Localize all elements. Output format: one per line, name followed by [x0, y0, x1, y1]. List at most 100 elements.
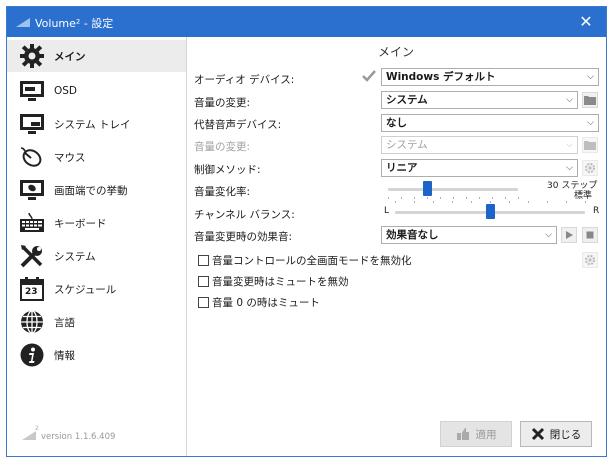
- chevron-down-icon: ⌵: [545, 230, 552, 240]
- sidebar-item-system-tray[interactable]: システム トレイ: [7, 108, 186, 140]
- sidebar-item-schedule[interactable]: 23 スケジュール: [7, 273, 186, 305]
- chevron-down-icon: ⌵: [587, 118, 594, 128]
- close-icon: [531, 427, 544, 441]
- apply-button[interactable]: 適用: [440, 421, 512, 447]
- alt-device-label: 代替音声デバイス:: [194, 119, 282, 131]
- screen-edge-icon: [18, 176, 46, 204]
- alt-folder-button[interactable]: [582, 137, 598, 153]
- channel-balance-tick: [509, 201, 510, 203]
- control-method-settings-button[interactable]: [582, 160, 598, 176]
- volume-change-label: 音量の変更:: [194, 97, 251, 109]
- volume-rate-tick: [440, 197, 441, 199]
- close-window-button[interactable]: ✕: [566, 7, 606, 37]
- title-bar: Volume² - 設定 ✕: [7, 7, 606, 37]
- apply-icon: [456, 428, 469, 440]
- checkbox-box[interactable]: [198, 255, 209, 266]
- balance-right-label: R: [593, 206, 600, 216]
- main-panel: メイン オーディオ デバイス: Windows デフォルト ⌵ 音量の変更: シス…: [188, 37, 606, 456]
- sidebar-item-label: OSD: [54, 85, 78, 97]
- folder-button[interactable]: [582, 92, 598, 108]
- checkbox-disable-mute-on-change[interactable]: 音量変更時はミュートを無効: [198, 274, 349, 289]
- sidebar-item-label: キーボード: [54, 217, 107, 230]
- close-button[interactable]: 閉じる: [520, 421, 592, 447]
- checkbox-box[interactable]: [198, 297, 209, 308]
- alt-volume-change-label: 音量の変更:: [194, 141, 251, 153]
- sidebar-item-keyboard[interactable]: キーボード: [7, 207, 186, 239]
- sidebar-item-screen-edge[interactable]: 画面端での挙動: [7, 174, 186, 206]
- sidebar-item-system[interactable]: システム: [7, 240, 186, 272]
- keyboard-icon: [18, 209, 46, 237]
- control-method-value: リニア: [386, 162, 418, 174]
- check-mark-icon: [361, 68, 377, 84]
- channel-balance-tick: [547, 201, 548, 203]
- control-method-select[interactable]: リニア ⌵: [381, 159, 578, 177]
- window-title: Volume² - 設定: [35, 17, 114, 30]
- volume-rate-tick: [414, 197, 415, 199]
- volume-rate-tick: [388, 197, 389, 199]
- volume-rate-tick: [427, 197, 428, 199]
- audio-device-select[interactable]: Windows デフォルト ⌵: [381, 68, 599, 86]
- fullscreen-settings-button[interactable]: [582, 252, 598, 268]
- alt-device-select[interactable]: なし ⌵: [381, 114, 599, 132]
- channel-balance-tick: [585, 201, 586, 203]
- chevron-down-icon: ⌵: [566, 95, 573, 105]
- volume-rate-tick: [505, 197, 506, 199]
- alt-device-value: なし: [386, 117, 407, 129]
- checkbox-box[interactable]: [198, 276, 209, 287]
- play-sound-button[interactable]: [561, 227, 577, 243]
- alt-volume-change-select[interactable]: システム ⌵: [381, 136, 578, 154]
- volume-rate-tick: [453, 197, 454, 199]
- sidebar-item-label: メイン: [54, 50, 86, 63]
- stop-icon: [586, 231, 594, 239]
- sidebar-item-mouse[interactable]: マウス: [7, 141, 186, 173]
- volume-rate-sub: 標準: [574, 191, 593, 201]
- sidebar-item-label: システム トレイ: [54, 118, 131, 131]
- channel-balance-tick: [433, 201, 434, 203]
- sidebar-item-label: マウス: [54, 151, 86, 164]
- control-method-label: 制御メソッド:: [194, 164, 261, 176]
- monitor-icon: [18, 77, 46, 105]
- volume-rate-tick: [479, 197, 480, 199]
- close-label: 閉じる: [549, 428, 582, 441]
- sidebar-item-label: 画面端での挙動: [54, 184, 128, 197]
- svg-text:2: 2: [35, 425, 39, 432]
- volume-rate-track: [388, 188, 518, 191]
- app-logo-icon: 2: [22, 425, 39, 440]
- sidebar-item-language[interactable]: 言語: [7, 306, 186, 338]
- mouse-icon: [18, 143, 46, 171]
- page-title: メイン: [378, 45, 415, 59]
- volume-rate-tick: [466, 197, 467, 199]
- checkbox-label: 音量 0 の時はミュート: [212, 297, 320, 309]
- sidebar-item-label: システム: [54, 250, 96, 263]
- checkbox-disable-fullscreen[interactable]: 音量コントロールの全画面モードを無効化: [198, 253, 412, 268]
- channel-balance-tick: [528, 201, 529, 203]
- channel-balance-tick: [452, 201, 453, 203]
- volume-change-select[interactable]: システム ⌵: [381, 91, 578, 109]
- calendar-day-text: 23: [25, 287, 38, 297]
- chevron-down-icon: ⌵: [566, 163, 573, 173]
- gear-icon: [584, 162, 596, 174]
- stop-sound-button[interactable]: [582, 227, 598, 243]
- sidebar-item-label: 情報: [54, 349, 75, 362]
- volume-rate-slider-thumb[interactable]: [422, 181, 432, 196]
- settings-window: Volume² - 設定 ✕ メイン OSD システム トレイ マウス 画面端で…: [6, 6, 607, 457]
- tray-icon: [18, 110, 46, 138]
- channel-balance-slider-thumb[interactable]: [485, 204, 495, 219]
- alt-volume-change-value: システム: [386, 139, 428, 151]
- sidebar-item-osd[interactable]: OSD: [7, 75, 186, 107]
- volume-rate-tick: [401, 197, 402, 199]
- sidebar-item-info[interactable]: 情報: [7, 339, 186, 371]
- sound-effect-label: 音量変更時の効果音:: [194, 231, 293, 243]
- volume-change-value: システム: [386, 94, 428, 106]
- sidebar: メイン OSD システム トレイ マウス 画面端での挙動 キーボード システム …: [7, 37, 187, 456]
- sound-effect-select[interactable]: 効果音なし ⌵: [381, 226, 557, 244]
- play-icon: [566, 231, 573, 239]
- sidebar-item-label: 言語: [54, 316, 75, 329]
- version-text: version 1.1.6.409: [41, 432, 116, 442]
- checkbox-mute-at-zero[interactable]: 音量 0 の時はミュート: [198, 295, 320, 310]
- channel-balance-label: チャンネル バランス:: [194, 209, 295, 221]
- channel-balance-tick: [395, 201, 396, 203]
- sidebar-item-main[interactable]: メイン: [7, 40, 186, 72]
- folder-icon: [584, 141, 596, 150]
- volume-rate-tick: [492, 197, 493, 199]
